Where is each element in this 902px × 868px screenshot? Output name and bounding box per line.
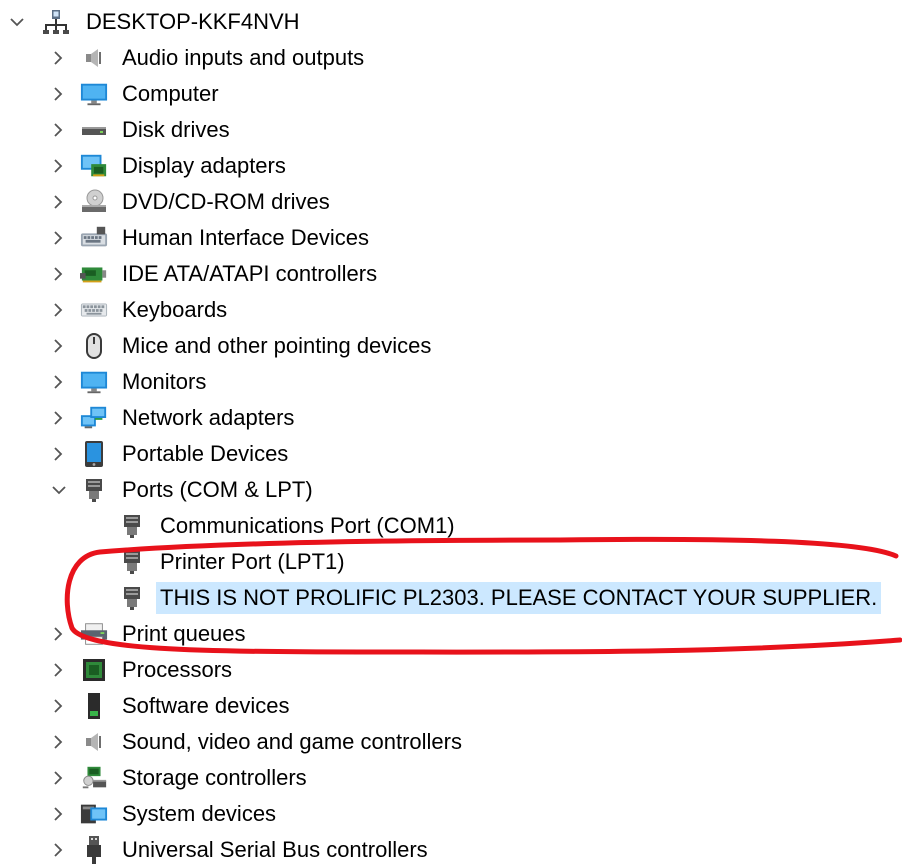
device-tree: DESKTOP-KKF4NVH Audio inputs and outputs… [0,0,902,866]
annotation-ellipse [64,536,902,655]
